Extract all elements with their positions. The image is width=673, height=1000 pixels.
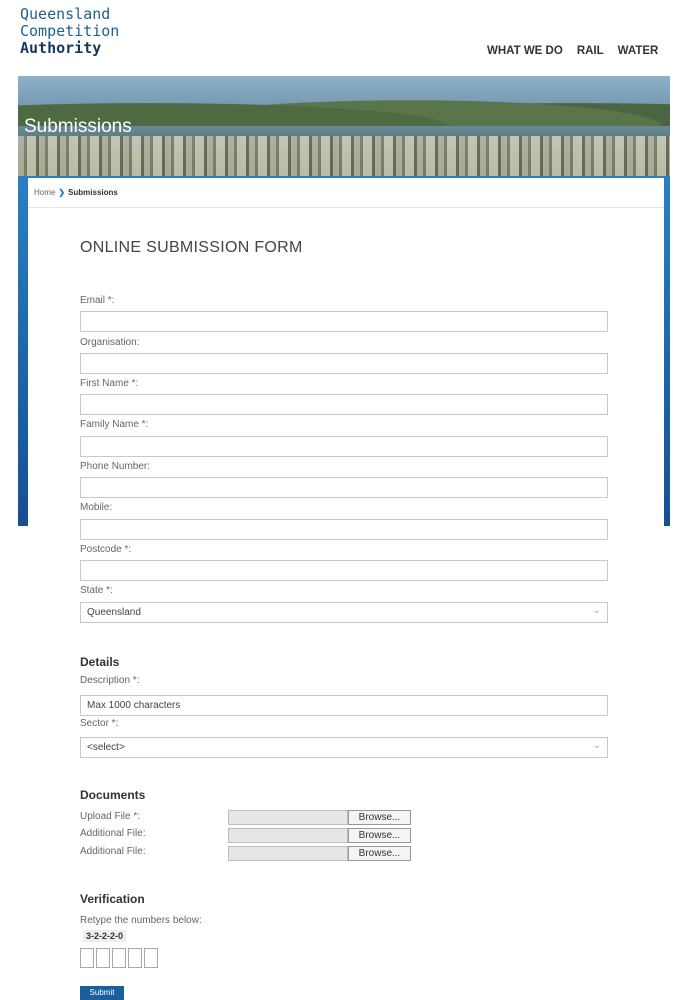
- state-value: Queensland: [87, 607, 141, 618]
- email-field[interactable]: [80, 311, 608, 332]
- captcha-digit-2[interactable]: [96, 948, 110, 968]
- first-name-field[interactable]: [80, 394, 608, 415]
- phone-field[interactable]: [80, 477, 608, 498]
- description-field[interactable]: Max 1000 characters: [80, 695, 608, 716]
- first-name-label: First Name *:: [80, 378, 139, 389]
- site-header: Queensland Competition Authority WHAT WE…: [0, 0, 673, 76]
- phone-label: Phone Number:: [80, 461, 151, 472]
- captcha-digit-1[interactable]: [80, 948, 94, 968]
- organisation-field[interactable]: [80, 353, 608, 374]
- upload-browse-button[interactable]: Browse...: [348, 810, 411, 825]
- postcode-field[interactable]: [80, 560, 608, 581]
- postcode-label: Postcode *:: [80, 544, 132, 555]
- chevron-down-icon: ⌄: [592, 605, 601, 616]
- organisation-label: Organisation:: [80, 337, 140, 348]
- captcha-digit-5[interactable]: [144, 948, 158, 968]
- mobile-label: Mobile:: [80, 502, 113, 513]
- submit-button[interactable]: Submit: [80, 986, 124, 1000]
- upload-file-path[interactable]: [228, 810, 348, 825]
- captcha-input[interactable]: [80, 948, 158, 968]
- additional-file-label-2: Additional File:: [80, 846, 146, 857]
- additional-browse-button-1[interactable]: Browse...: [348, 828, 411, 843]
- verification-heading: Verification: [80, 892, 145, 906]
- nav-item-what-we-do[interactable]: WHAT WE DO: [487, 45, 563, 57]
- sector-label: Sector *:: [80, 718, 119, 729]
- description-label: Description *:: [80, 675, 140, 686]
- logo-line-2: Competition: [20, 22, 120, 40]
- upload-file-label: Upload File *:: [80, 811, 141, 822]
- documents-heading: Documents: [80, 788, 146, 802]
- breadcrumb-home[interactable]: Home: [34, 188, 55, 197]
- breadcrumb-current: Submissions: [68, 188, 118, 197]
- additional-file-label-1: Additional File:: [80, 828, 146, 839]
- state-select[interactable]: Queensland ⌄: [80, 602, 608, 623]
- email-label: Email *:: [80, 295, 115, 306]
- family-name-label: Family Name *:: [80, 419, 149, 430]
- additional-file-path-2[interactable]: [228, 846, 348, 861]
- banner-title: Submissions: [24, 116, 132, 137]
- sector-value: <select>: [87, 742, 125, 753]
- site-logo[interactable]: Queensland Competition Authority: [20, 6, 119, 57]
- description-placeholder: Max 1000 characters: [87, 700, 181, 711]
- sector-select[interactable]: <select> ⌄: [80, 737, 608, 758]
- breadcrumb-divider: [28, 207, 664, 208]
- chevron-down-icon: ⌄: [592, 740, 601, 751]
- form-title: ONLINE SUBMISSION FORM: [80, 239, 303, 256]
- state-label: State *:: [80, 585, 113, 596]
- chevron-right-icon: ❯: [58, 188, 66, 197]
- captcha-digit-4[interactable]: [128, 948, 142, 968]
- banner-port: [18, 136, 670, 176]
- captcha-instruction: Retype the numbers below:: [80, 915, 202, 926]
- nav-item-water[interactable]: WATER: [618, 45, 659, 57]
- main-content: Home ❯ Submissions ONLINE SUBMISSION FORM …: [28, 178, 664, 1000]
- mobile-field[interactable]: [80, 519, 608, 540]
- logo-line-3: Authority: [20, 39, 102, 57]
- family-name-field[interactable]: [80, 436, 608, 457]
- details-heading: Details: [80, 655, 120, 669]
- breadcrumb: Home ❯ Submissions: [34, 188, 118, 197]
- captcha-digit-3[interactable]: [112, 948, 126, 968]
- captcha-code: 3-2-2-2-0: [83, 930, 127, 942]
- additional-browse-button-2[interactable]: Browse...: [348, 846, 411, 861]
- top-navigation: WHAT WE DO RAIL WATER E: [487, 45, 673, 57]
- additional-file-path-1[interactable]: [228, 828, 348, 843]
- logo-line-1: Queensland: [20, 5, 111, 23]
- nav-item-rail[interactable]: RAIL: [577, 45, 604, 57]
